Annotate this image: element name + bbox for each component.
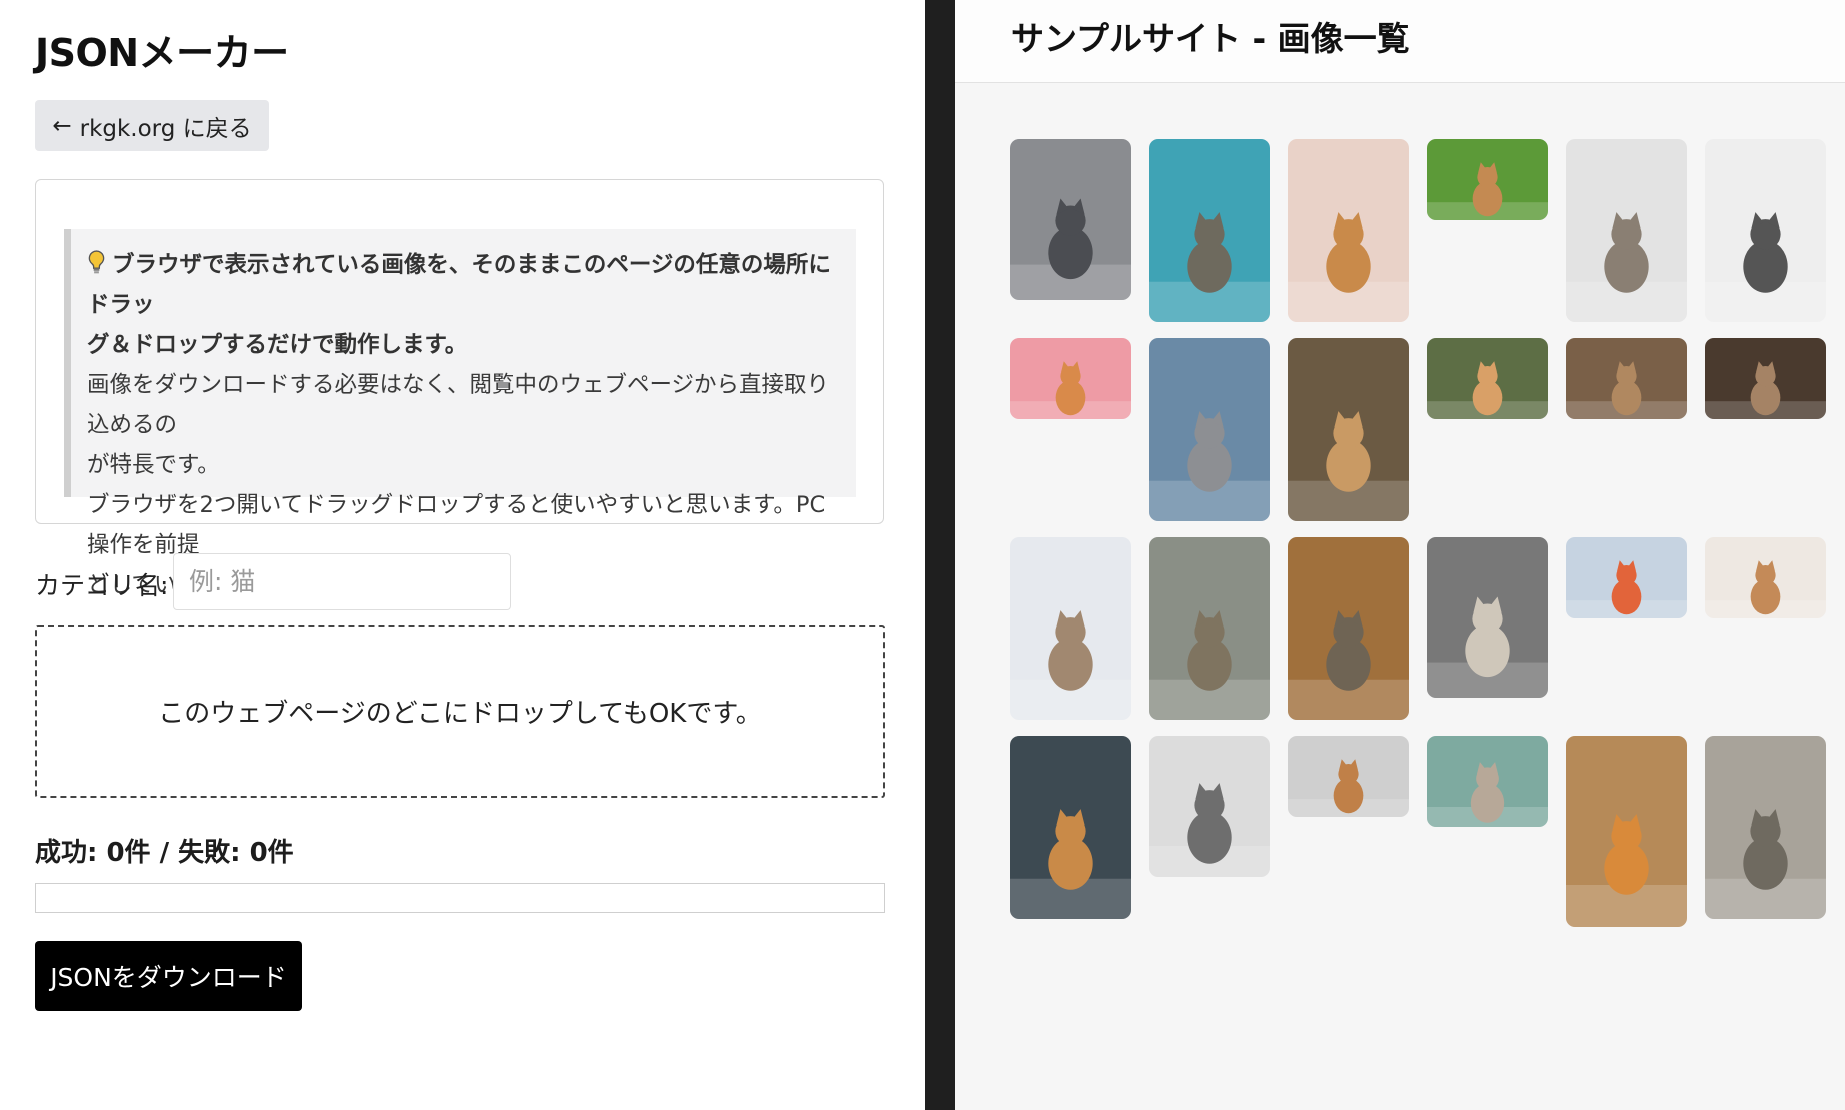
info-line-2: グ＆ドロップするだけで動作します。	[87, 332, 468, 358]
drop-zone[interactable]: このウェブページのどこにドロップしてもOKです。	[35, 625, 885, 798]
info-box: ブラウザで表示されている画像を、そのままこのページの任意の場所にドラッ グ＆ドロ…	[64, 229, 856, 598]
gallery-image-cat-window-sleep[interactable]	[1288, 736, 1409, 817]
gallery-image-cat-closeup-tabby[interactable]	[1288, 537, 1409, 720]
info-line-4: が特長です。	[87, 452, 220, 478]
gallery-image-cat-profile-white[interactable]	[1705, 139, 1826, 322]
gallery-image-cat-fluffy-orange[interactable]	[1288, 338, 1409, 521]
back-to-rkgk-button[interactable]: ← rkgk.org に戻る	[35, 100, 269, 151]
gallery-image-cat-window-orange[interactable]	[1010, 736, 1131, 919]
gallery-image-cat-windowsill[interactable]	[1705, 537, 1826, 618]
result-stats: 成功: 0件 / 失敗: 0件	[35, 838, 294, 868]
gallery-image-cat-sunglasses[interactable]	[1010, 139, 1131, 300]
gallery-image-cat-lying-teal[interactable]	[1427, 736, 1548, 827]
gallery-image-cat-on-path[interactable]	[1427, 338, 1548, 419]
gallery-image-cat-in-grass[interactable]	[1427, 139, 1548, 220]
info-card: ブラウザで表示されている画像を、そのままこのページの任意の場所にドラッ グ＆ドロ…	[35, 179, 884, 598]
download-json-button[interactable]: JSONをダウンロード	[35, 941, 302, 1011]
drop-zone-text: このウェブページのどこにドロップしてもOKです。	[158, 699, 762, 729]
back-button-label: rkgk.org に戻る	[79, 115, 252, 142]
gallery-image-cat-jumping[interactable]	[1149, 537, 1270, 720]
gallery-image-cat-walking-deck[interactable]	[1705, 736, 1826, 919]
gallery-image-cat-pink-background[interactable]	[1010, 338, 1131, 419]
gallery-image-cat-peeking-door[interactable]	[1149, 139, 1270, 322]
gallery-image-cat-sitting-white[interactable]	[1566, 139, 1687, 322]
lightbulb-icon	[87, 249, 106, 276]
progress-bar	[35, 883, 885, 913]
site-title: サンプルサイト - 画像一覧	[1011, 19, 1410, 58]
gallery-image-cat-sky-portrait[interactable]	[1149, 338, 1270, 521]
gallery-image-cat-lying-dark[interactable]	[1705, 338, 1826, 419]
info-line-1: ブラウザで表示されている画像を、そのままこのページの任意の場所にドラッ	[87, 245, 838, 325]
site-header: サンプルサイト - 画像一覧	[955, 0, 1845, 83]
gallery-image-cat-orange-ledge[interactable]	[1566, 736, 1687, 927]
gallery-image-cat-sitting-street[interactable]	[1427, 537, 1548, 698]
gallery-image-cat-gray-yawn[interactable]	[1149, 736, 1270, 877]
gallery-image-cat-cart[interactable]	[1566, 537, 1687, 618]
category-input[interactable]	[173, 553, 511, 610]
info-bold-text-1: ブラウザで表示されている画像を、そのままこのページの任意の場所にドラッ	[87, 252, 831, 318]
gallery-image-cat-lying-white[interactable]	[1010, 537, 1131, 720]
window-divider[interactable]	[925, 0, 955, 1110]
app-title: JSONメーカー	[35, 31, 289, 75]
sample-site-pane: サンプルサイト - 画像一覧	[955, 0, 1845, 1110]
info-line-3: 画像をダウンロードする必要はなく、閲覧中のウェブページから直接取り込めるの	[87, 372, 830, 438]
category-label: カテゴリ名:	[35, 571, 169, 600]
back-arrow-icon: ←	[52, 112, 72, 139]
gallery-image-cat-in-box[interactable]	[1288, 139, 1409, 322]
json-maker-pane: JSONメーカー ← rkgk.org に戻る ブラウザで表示されている画像を、…	[0, 0, 925, 1110]
gallery-image-cat-on-bench[interactable]	[1566, 338, 1687, 419]
